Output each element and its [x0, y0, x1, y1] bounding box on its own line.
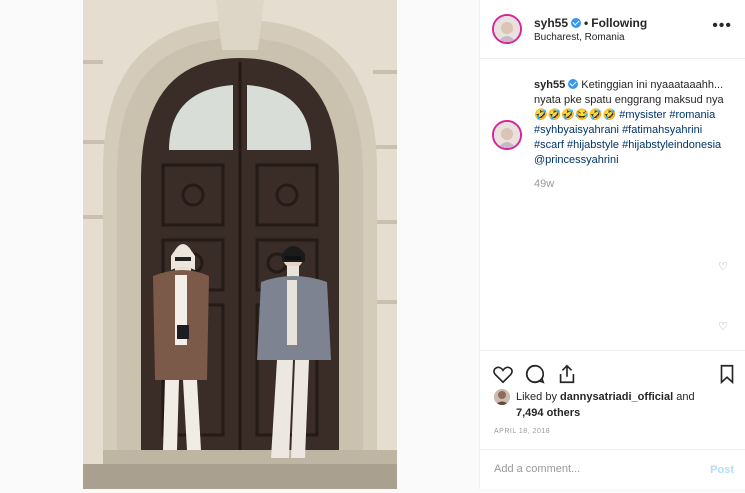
header-user-line: syh55 • Following: [534, 16, 647, 30]
likes-prefix: Liked by: [516, 391, 557, 403]
hashtag[interactable]: #mysister: [619, 109, 666, 121]
post-actions-section: Liked by dannysatriadi_official and 7,49…: [480, 350, 745, 493]
post-location[interactable]: Bucharest, Romania: [534, 32, 625, 43]
post-side-panel: syh55 • Following Bucharest, Romania ••• s…: [479, 0, 745, 489]
hashtag[interactable]: #romania: [669, 109, 715, 121]
likes-others-link[interactable]: 7,494 others: [516, 407, 580, 419]
post-comment-button[interactable]: Post: [710, 464, 734, 476]
comment-box: Post: [480, 449, 745, 492]
follow-status-button[interactable]: Following: [591, 16, 647, 30]
post-header: syh55 • Following Bucharest, Romania •••: [480, 0, 745, 59]
left-background: [0, 0, 83, 489]
post-photo[interactable]: [83, 0, 397, 489]
verified-badge-icon: [571, 18, 582, 28]
caption-avatar[interactable]: [492, 120, 522, 150]
avatar-image: [494, 16, 520, 42]
likes-summary: Liked by dannysatriadi_official and 7,49…: [516, 389, 695, 421]
liker-username[interactable]: dannysatriadi_official: [560, 391, 673, 403]
comment-like-heart-icon[interactable]: ♡: [718, 260, 728, 273]
hashtag[interactable]: #syhbyaisyahrani: [534, 124, 619, 136]
author-username[interactable]: syh55: [534, 16, 568, 30]
hashtag[interactable]: #hijabstyle: [567, 139, 619, 151]
comment-input[interactable]: [492, 462, 696, 476]
photo-illustration: [83, 0, 397, 489]
caption-username[interactable]: syh55: [534, 79, 565, 91]
liker-avatar[interactable]: [494, 389, 510, 405]
avatar-image: [494, 122, 520, 148]
bookmark-icon[interactable]: [716, 363, 738, 385]
hashtag[interactable]: #hijabstyleindonesia: [622, 139, 721, 151]
caption-time-ago[interactable]: 49w: [534, 178, 554, 190]
author-avatar[interactable]: [492, 14, 522, 44]
post-caption: syh55 Ketinggian ini nyaaataaahh... nyat…: [534, 78, 734, 168]
hashtag[interactable]: #fatimahsyahrini: [622, 124, 702, 136]
post-date[interactable]: APRIL 18, 2018: [494, 428, 550, 435]
more-horizontal-icon[interactable]: •••: [712, 18, 732, 34]
share-icon[interactable]: [556, 363, 578, 385]
heart-icon[interactable]: [492, 363, 514, 385]
likes-joiner: and: [676, 391, 695, 403]
caption-emojis: 🤣🤣🤣😂🤣🤣: [534, 109, 617, 121]
separator-dot: •: [584, 16, 589, 30]
comment-icon[interactable]: [524, 363, 546, 385]
comment-like-heart-icon[interactable]: ♡: [718, 320, 728, 333]
hashtag[interactable]: #scarf: [534, 139, 564, 151]
verified-badge-icon: [568, 79, 579, 89]
mention[interactable]: @princessyahrini: [534, 154, 619, 166]
